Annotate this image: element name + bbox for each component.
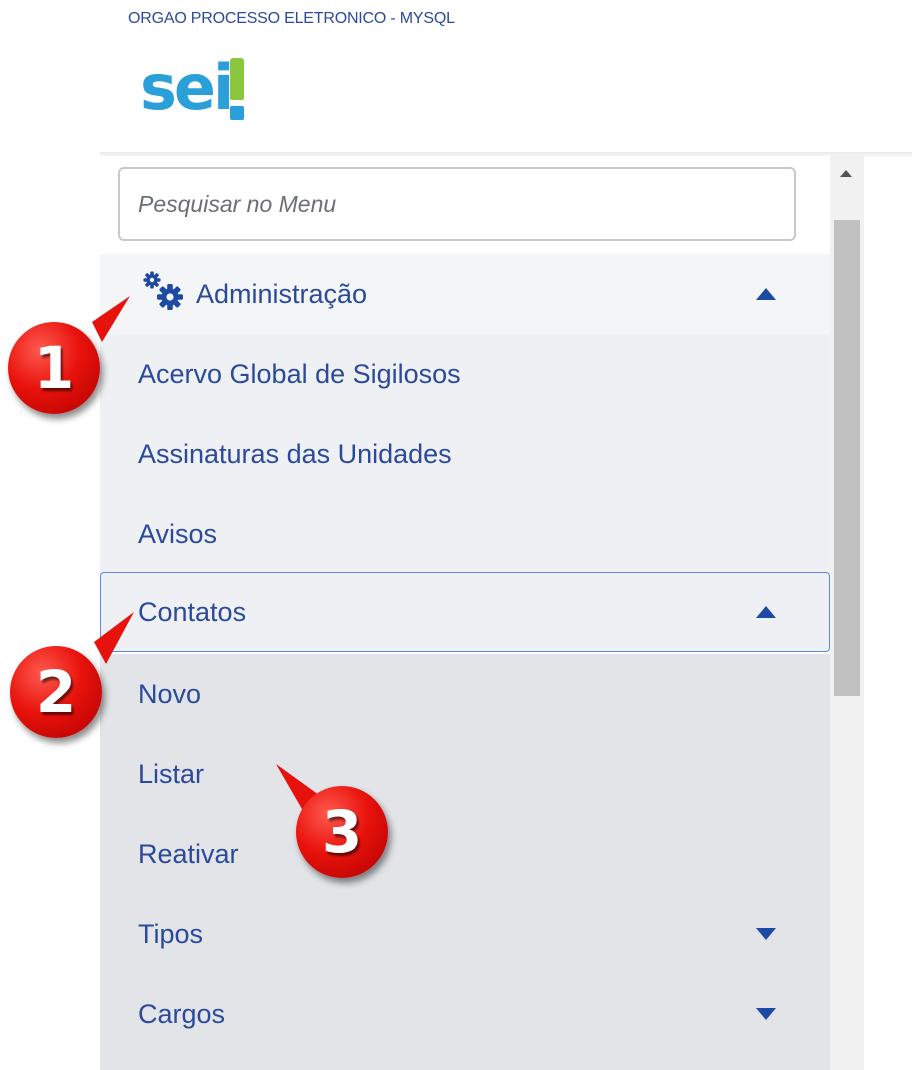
menu-label: Contatos (138, 596, 247, 627)
menu-label: Acervo Global de Sigilosos (138, 358, 461, 389)
org-name: ORGAO PROCESSO ELETRONICO - MYSQL (128, 10, 455, 27)
side-menu: Administração Acervo Global de Sigilosos… (100, 156, 830, 1070)
menu-item-reativar[interactable]: Reativar (100, 814, 830, 894)
callout-badge-2: 2 (10, 646, 102, 738)
caret-up-icon[interactable] (756, 288, 776, 300)
logo-dot (230, 106, 244, 120)
logo-bang-mark (230, 58, 244, 100)
menu-label: Listar (138, 758, 205, 789)
callout-badge-3: 3 (296, 786, 388, 878)
menu-item-tipos[interactable]: Tipos (100, 894, 830, 974)
menu-label: Administração (196, 278, 368, 309)
menu-item-avisos[interactable]: Avisos (100, 494, 830, 574)
menu-item-acervo[interactable]: Acervo Global de Sigilosos (100, 334, 830, 414)
caret-down-icon[interactable] (756, 928, 776, 940)
callout-badge-1: 1 (8, 322, 100, 414)
menu-label: Novo (138, 678, 202, 709)
menu-item-listar[interactable]: Listar (100, 734, 830, 814)
menu-label: Tipos (138, 918, 204, 949)
menu-search-input[interactable] (118, 167, 796, 241)
menu-label: Reativar (138, 838, 239, 869)
contatos-submenu: Novo Listar Reativar Tipos Cargos (100, 654, 830, 1070)
menu-item-administracao[interactable]: Administração (100, 254, 830, 334)
menu-scrollbar[interactable] (830, 156, 864, 1070)
gears-icon (143, 271, 183, 310)
menu-item-cargos[interactable]: Cargos (100, 974, 830, 1054)
menu-label: Avisos (138, 518, 218, 549)
caret-up-icon[interactable] (756, 606, 776, 618)
scroll-thumb[interactable] (834, 220, 860, 696)
menu-item-contatos[interactable]: Contatos (100, 572, 830, 652)
scroll-up-arrow-icon[interactable] (840, 170, 852, 177)
menu-item-novo[interactable]: Novo (100, 654, 830, 734)
caret-down-icon[interactable] (756, 1008, 776, 1020)
sei-logo[interactable]: sei (140, 48, 270, 128)
menu-item-assinaturas[interactable]: Assinaturas das Unidades (100, 414, 830, 494)
menu-label: Assinaturas das Unidades (138, 438, 452, 469)
menu-label: Cargos (138, 998, 226, 1029)
logo-text: sei (140, 51, 234, 124)
